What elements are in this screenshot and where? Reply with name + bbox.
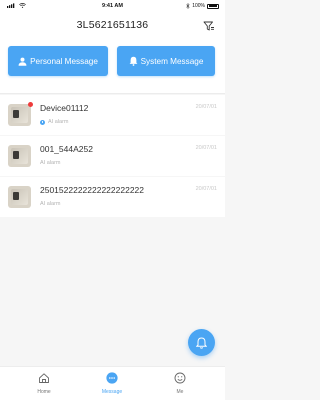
person-icon [18,57,27,66]
message-type: AI alarm [40,201,61,207]
device-name: 001_544A252 [40,144,93,154]
tab-message-label: Message [101,389,123,395]
message-date: 20/07/01 [195,186,217,192]
message-date: 20/07/01 [195,145,217,151]
tab-me-label: Me [176,389,184,395]
tab-bar: Home Message Me [0,366,225,400]
system-message-label: System Message [140,56,204,66]
personal-message-button[interactable]: Personal Message [8,46,108,76]
message-icon [106,372,118,384]
message-type-buttons: Personal Message System Message [0,42,225,94]
message-list: Device01112 20/07/01 AI alarm 001_544A25… [0,95,225,218]
message-subtitle: AI alarm [40,119,68,125]
personal-message-label: Personal Message [30,56,98,66]
list-item[interactable]: 001_544A252 20/07/01 AI alarm [0,136,225,176]
device-thumbnail [8,186,31,208]
system-message-button[interactable]: System Message [117,46,215,76]
message-type: AI alarm [48,119,69,125]
status-right: 100% [186,3,219,9]
bell-icon [196,336,207,349]
device-name: Device01112 [40,103,89,113]
tab-message[interactable]: Message [92,372,132,395]
status-bar: 9:41 AM 100% [0,0,225,12]
message-subtitle: AI alarm [40,160,60,166]
app-screen: 9:41 AM 100% 3L5621651136 Personal Messa… [0,0,225,400]
page-title: 3L5621651136 [76,19,149,31]
message-type: AI alarm [40,160,61,166]
tab-me[interactable]: Me [160,372,200,395]
unread-dot [28,102,33,107]
home-icon [39,373,49,383]
device-thumbnail [8,104,31,126]
bell-icon [129,56,137,66]
battery-icon [207,3,219,9]
battery-percent: 100% [192,3,205,9]
device-name: 2501522222222222222222 [40,185,145,195]
message-date: 20/07/01 [195,104,217,110]
list-item[interactable]: 2501522222222222222222 20/07/01 AI alarm [0,177,225,217]
list-item[interactable]: Device01112 20/07/01 AI alarm [0,95,225,135]
header: 3L5621651136 [0,12,225,42]
alarm-fab-button[interactable] [188,329,215,356]
tab-home[interactable]: Home [24,372,64,395]
device-thumbnail [8,145,31,167]
alarm-status-icon [40,119,45,125]
filter-icon[interactable] [203,20,215,32]
bluetooth-icon [186,3,190,9]
message-subtitle: AI alarm [40,201,60,207]
tab-home-label: Home [37,389,51,395]
profile-icon [174,372,186,384]
